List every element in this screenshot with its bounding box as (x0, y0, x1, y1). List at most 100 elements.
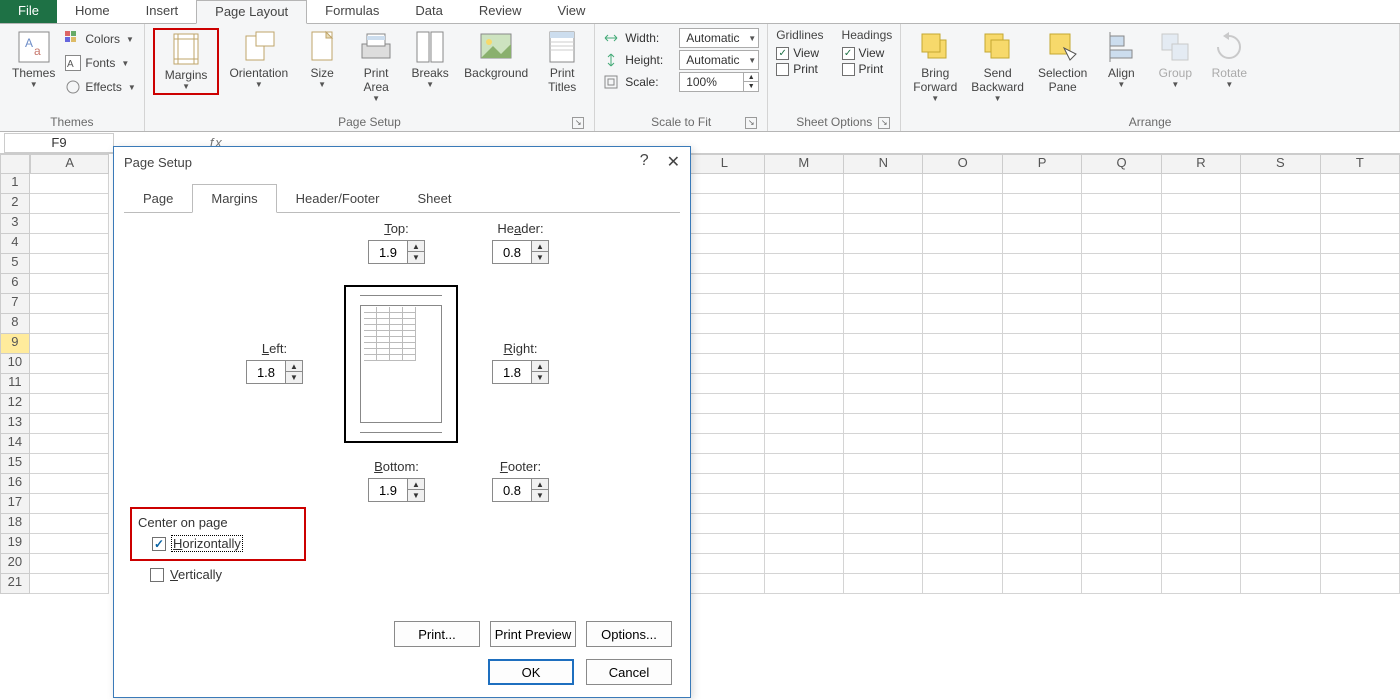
row-header[interactable]: 21 (0, 574, 30, 594)
row-header[interactable]: 18 (0, 514, 30, 534)
tab-file[interactable]: File (0, 0, 57, 23)
row-header[interactable]: 16 (0, 474, 30, 494)
height-combo[interactable]: Automatic▼ (679, 50, 759, 70)
name-box[interactable]: F9 (4, 133, 114, 153)
scale-spinner[interactable]: 100%▲▼ (679, 72, 759, 92)
row-header[interactable]: 19 (0, 534, 30, 554)
sheet-options-launcher[interactable]: ↘ (878, 117, 890, 129)
row-header[interactable]: 17 (0, 494, 30, 514)
row-header[interactable]: 5 (0, 254, 30, 274)
print-area-button[interactable]: Print Area▼ (352, 28, 400, 105)
margin-footer-spinner[interactable]: ▲▼ (492, 478, 549, 502)
size-button[interactable]: Size▼ (298, 28, 346, 91)
column-header[interactable]: S (1241, 154, 1320, 174)
select-all-button[interactable] (0, 154, 30, 174)
margin-bottom-spinner[interactable]: ▲▼ (368, 478, 425, 502)
tab-data[interactable]: Data (397, 0, 460, 23)
row-header[interactable]: 6 (0, 274, 30, 294)
margin-header-input[interactable] (493, 241, 531, 263)
rotate-button[interactable]: Rotate▼ (1205, 28, 1253, 91)
breaks-button[interactable]: Breaks▼ (406, 28, 454, 91)
caret-icon: ▼ (30, 80, 38, 89)
dialog-action-buttons: Print... Print Preview Options... (394, 621, 672, 647)
send-backward-icon (981, 30, 1015, 64)
page-setup-launcher[interactable]: ↘ (572, 117, 584, 129)
row-header[interactable]: 11 (0, 374, 30, 394)
margin-right-input[interactable] (493, 361, 531, 383)
row-header[interactable]: 10 (0, 354, 30, 374)
row-header[interactable]: 14 (0, 434, 30, 454)
gridlines-print-checkbox[interactable]: Print (776, 62, 818, 76)
margin-footer-input[interactable] (493, 479, 531, 501)
margin-header-spinner[interactable]: ▲▼ (492, 240, 549, 264)
tab-formulas[interactable]: Formulas (307, 0, 397, 23)
align-button[interactable]: Align▼ (1097, 28, 1145, 91)
row-header[interactable]: 2 (0, 194, 30, 214)
tab-insert[interactable]: Insert (128, 0, 197, 23)
row-header[interactable]: 9 (0, 334, 30, 354)
tab-review[interactable]: Review (461, 0, 540, 23)
column-header[interactable]: N (844, 154, 923, 174)
margin-bottom-input[interactable] (369, 479, 407, 501)
margin-top-spinner[interactable]: ▲▼ (368, 240, 425, 264)
selection-pane-button[interactable]: Selection Pane (1034, 28, 1091, 96)
margin-right-spinner[interactable]: ▲▼ (492, 360, 549, 384)
column-header[interactable]: R (1162, 154, 1241, 174)
row-header[interactable]: 13 (0, 414, 30, 434)
row-header[interactable]: 15 (0, 454, 30, 474)
tab-page-layout[interactable]: Page Layout (196, 0, 307, 24)
row-header[interactable]: 3 (0, 214, 30, 234)
margin-left-spinner[interactable]: ▲▼ (246, 360, 303, 384)
orientation-button[interactable]: Orientation▼ (225, 28, 292, 91)
margin-left-input[interactable] (247, 361, 285, 383)
scale-launcher[interactable]: ↘ (745, 117, 757, 129)
group-button[interactable]: Group▼ (1151, 28, 1199, 91)
column-header[interactable]: L (685, 154, 764, 174)
row-header[interactable]: 8 (0, 314, 30, 334)
tab-home[interactable]: Home (57, 0, 128, 23)
dialog-tab-header-footer[interactable]: Header/Footer (277, 184, 399, 213)
row-header[interactable]: 7 (0, 294, 30, 314)
row-header[interactable]: 1 (0, 174, 30, 194)
dialog-tab-margins[interactable]: Margins (192, 184, 276, 213)
column-header[interactable]: T (1321, 154, 1400, 174)
background-button[interactable]: Background (460, 28, 532, 82)
themes-button[interactable]: Aa Themes ▼ (8, 28, 59, 91)
fonts-button[interactable]: AFonts▼ (65, 52, 135, 74)
dialog-tab-sheet[interactable]: Sheet (398, 184, 470, 213)
scale-icon (603, 74, 619, 90)
row-header[interactable]: 12 (0, 394, 30, 414)
margins-button[interactable]: Margins ▼ (153, 28, 220, 95)
width-combo[interactable]: Automatic▼ (679, 28, 759, 48)
print-titles-button[interactable]: Print Titles (538, 28, 586, 96)
gridlines-view-checkbox[interactable]: ✓View (776, 46, 819, 60)
row-header[interactable]: 4 (0, 234, 30, 254)
dialog-titlebar[interactable]: Page Setup ? ✕ (114, 147, 690, 177)
center-vertically-checkbox[interactable]: Vertically (150, 567, 222, 582)
dialog-tabs: Page Margins Header/Footer Sheet (124, 183, 680, 213)
help-button[interactable]: ? (640, 152, 649, 172)
headings-view-checkbox[interactable]: ✓View (842, 46, 885, 60)
cancel-button[interactable]: Cancel (586, 659, 672, 685)
column-header[interactable]: P (1003, 154, 1082, 174)
column-header[interactable]: O (923, 154, 1002, 174)
colors-button[interactable]: Colors▼ (65, 28, 135, 50)
row-header[interactable]: 20 (0, 554, 30, 574)
center-horizontally-checkbox[interactable]: Horizontally (152, 536, 298, 551)
column-header[interactable]: Q (1082, 154, 1161, 174)
bring-forward-button[interactable]: Bring Forward▼ (909, 28, 961, 105)
send-backward-button[interactable]: Send Backward▼ (967, 28, 1028, 105)
print-preview-button[interactable]: Print Preview (490, 621, 576, 647)
ok-button[interactable]: OK (488, 659, 574, 685)
headings-print-checkbox[interactable]: Print (842, 62, 884, 76)
column-header[interactable]: M (765, 154, 844, 174)
close-button[interactable]: ✕ (667, 152, 680, 172)
tab-view[interactable]: View (539, 0, 603, 23)
margin-top-input[interactable] (369, 241, 407, 263)
options-button[interactable]: Options... (586, 621, 672, 647)
dialog-tab-page[interactable]: Page (124, 184, 192, 213)
column-header[interactable]: A (30, 154, 109, 174)
center-vertically-row: Vertically (136, 563, 222, 582)
effects-button[interactable]: Effects▼ (65, 76, 135, 98)
print-button[interactable]: Print... (394, 621, 480, 647)
